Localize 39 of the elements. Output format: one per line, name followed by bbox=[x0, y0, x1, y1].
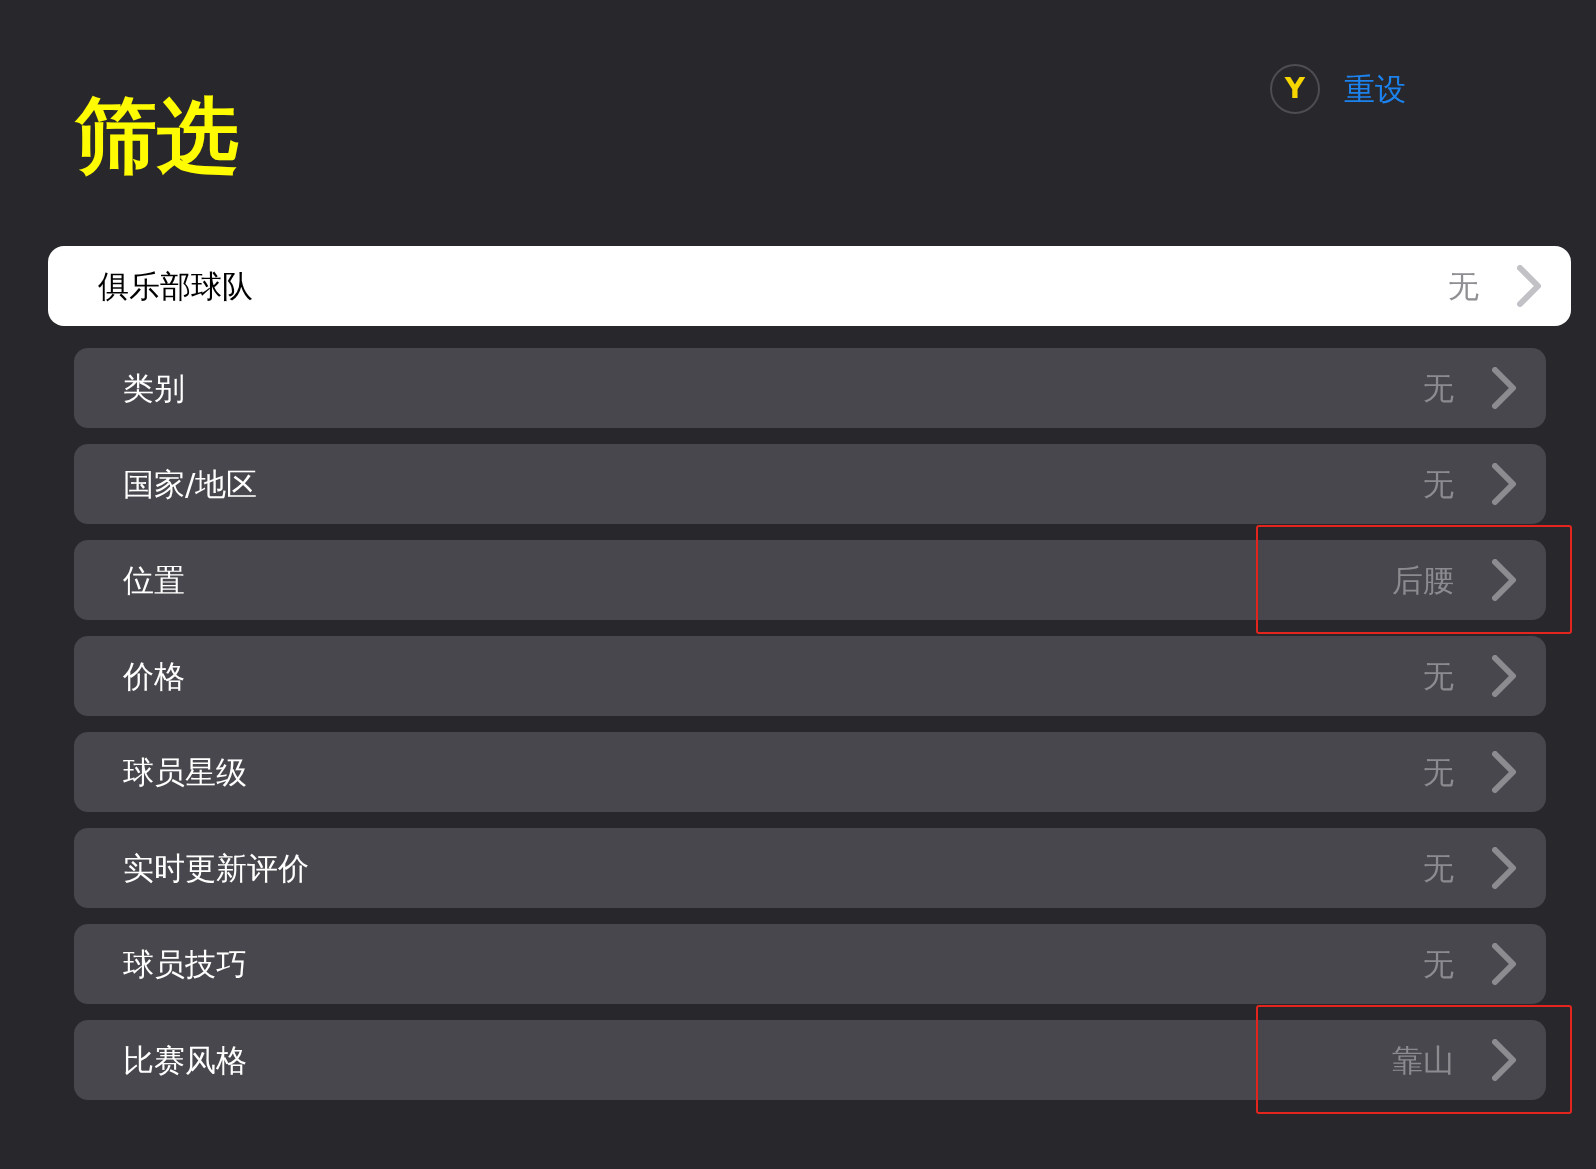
filter-label: 球员星级 bbox=[123, 752, 247, 792]
filter-row[interactable]: 俱乐部球队 无 bbox=[48, 246, 1571, 326]
filter-row[interactable]: 位置 后腰 bbox=[74, 540, 1546, 620]
filter-label: 球员技巧 bbox=[123, 944, 247, 984]
filter-label: 比赛风格 bbox=[123, 1040, 247, 1080]
filter-value: 无 bbox=[1423, 368, 1454, 408]
chevron-right-icon bbox=[1492, 751, 1517, 793]
filter-value: 无 bbox=[1423, 944, 1454, 984]
key-hint: Y bbox=[1270, 64, 1320, 114]
filter-row[interactable]: 实时更新评价 无 bbox=[74, 828, 1546, 908]
filter-value: 无 bbox=[1423, 752, 1454, 792]
filter-value: 靠山 bbox=[1392, 1040, 1454, 1080]
filter-value: 无 bbox=[1448, 266, 1479, 306]
filter-row[interactable]: 类别 无 bbox=[74, 348, 1546, 428]
filter-row[interactable]: 价格 无 bbox=[74, 636, 1546, 716]
reset-button[interactable]: 重设 bbox=[1344, 73, 1406, 105]
filter-value: 后腰 bbox=[1392, 560, 1454, 600]
filter-label: 实时更新评价 bbox=[123, 848, 309, 888]
filter-row[interactable]: 国家/地区 无 bbox=[74, 444, 1546, 524]
filter-label: 俱乐部球队 bbox=[98, 266, 253, 306]
chevron-right-icon bbox=[1492, 559, 1517, 601]
chevron-right-icon bbox=[1492, 943, 1517, 985]
filter-row[interactable]: 球员星级 无 bbox=[74, 732, 1546, 812]
page-title: 筛选 bbox=[75, 95, 239, 177]
filter-label: 类别 bbox=[123, 368, 185, 408]
filter-label: 位置 bbox=[123, 560, 185, 600]
filter-value: 无 bbox=[1423, 848, 1454, 888]
filter-label: 国家/地区 bbox=[123, 464, 258, 504]
chevron-right-icon bbox=[1492, 463, 1517, 505]
filter-label: 价格 bbox=[123, 656, 185, 696]
chevron-right-icon bbox=[1492, 1039, 1517, 1081]
filter-value: 无 bbox=[1423, 656, 1454, 696]
filter-row[interactable]: 球员技巧 无 bbox=[74, 924, 1546, 1004]
chevron-right-icon bbox=[1492, 655, 1517, 697]
filter-row[interactable]: 比赛风格 靠山 bbox=[74, 1020, 1546, 1100]
chevron-right-icon bbox=[1492, 847, 1517, 889]
filter-value: 无 bbox=[1423, 464, 1454, 504]
chevron-right-icon bbox=[1492, 367, 1517, 409]
chevron-right-icon bbox=[1517, 265, 1542, 307]
